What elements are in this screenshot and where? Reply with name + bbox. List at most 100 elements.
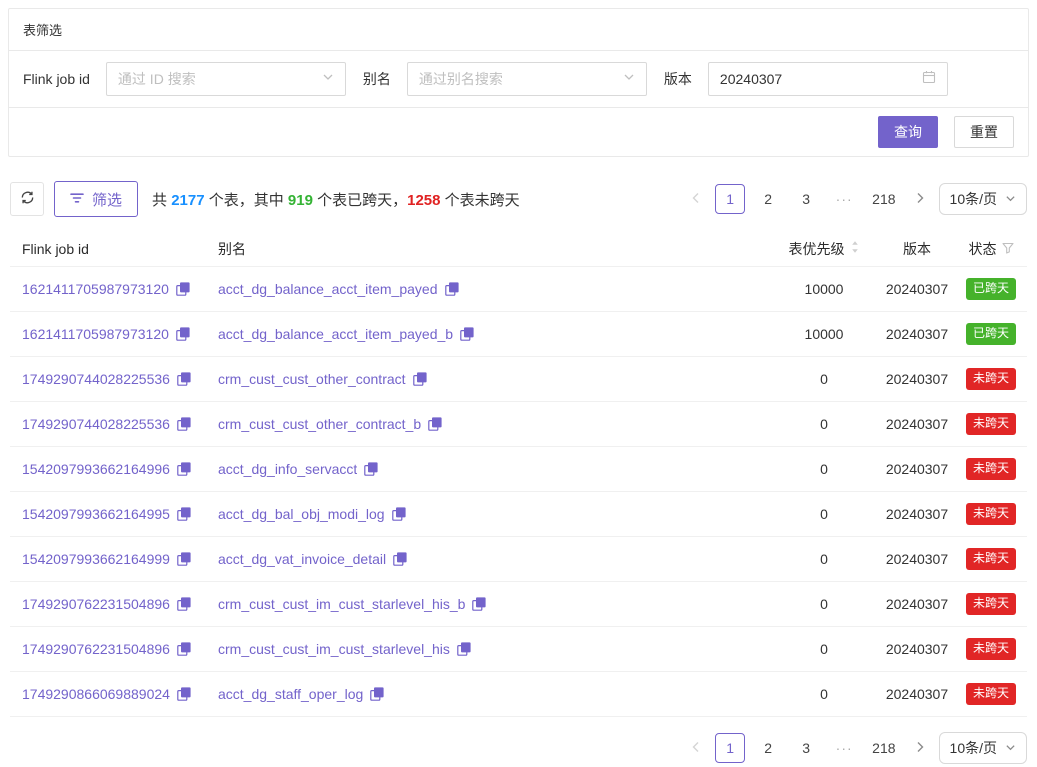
copy-icon[interactable]	[177, 642, 191, 656]
page-size-label: 10条/页	[950, 189, 997, 209]
copy-icon[interactable]	[177, 462, 191, 476]
flink-job-id-link[interactable]: 1542097993662164995	[22, 506, 170, 522]
alias-link[interactable]: acct_dg_balance_acct_item_payed	[218, 281, 438, 297]
flink-job-id-link[interactable]: 1621411705987973120	[22, 281, 169, 297]
alias-link[interactable]: crm_cust_cust_im_cust_starlevel_his_b	[218, 596, 465, 612]
flink-job-id-link[interactable]: 1749290744028225536	[22, 416, 170, 432]
status-badge: 未跨天	[966, 413, 1016, 435]
copy-icon[interactable]	[392, 507, 406, 521]
sort-icon[interactable]	[850, 240, 860, 257]
page-size-select[interactable]: 10条/页	[939, 732, 1027, 764]
copy-icon[interactable]	[176, 327, 190, 341]
page-button-2[interactable]: 2	[753, 733, 783, 763]
next-page-button[interactable]	[909, 733, 931, 763]
copy-icon[interactable]	[176, 282, 190, 296]
alias-link[interactable]: acct_dg_staff_oper_log	[218, 686, 363, 702]
page-button-1[interactable]: 1	[715, 733, 745, 763]
status-cell: 未跨天	[955, 368, 1027, 390]
alias-cell: acct_dg_info_servacct	[206, 461, 769, 477]
copy-icon[interactable]	[177, 597, 191, 611]
copy-icon[interactable]	[177, 372, 191, 386]
flink-job-id-link[interactable]: 1749290866069889024	[22, 686, 170, 702]
copy-icon[interactable]	[460, 327, 474, 341]
version-date-input[interactable]: 20240307	[708, 62, 948, 96]
toolbar: 筛选 共 2177 个表，其中 919 个表已跨天，1258 个表未跨天 123…	[10, 181, 1027, 217]
flink-job-id-select[interactable]: 通过 ID 搜索	[106, 62, 346, 96]
flink-job-id-link[interactable]: 1621411705987973120	[22, 326, 169, 342]
copy-icon[interactable]	[177, 687, 191, 701]
table-body: 1621411705987973120 acct_dg_balance_acct…	[10, 267, 1027, 717]
funnel-filter-icon[interactable]	[1002, 241, 1014, 257]
status-badge: 未跨天	[966, 683, 1016, 705]
flink-job-id-cell: 1749290866069889024	[10, 686, 206, 702]
alias-link[interactable]: acct_dg_info_servacct	[218, 461, 357, 477]
page-button-1[interactable]: 1	[715, 184, 745, 214]
flink-job-id-cell: 1749290762231504896	[10, 641, 206, 657]
chevron-down-icon	[1005, 740, 1016, 756]
chevron-left-icon	[691, 741, 701, 756]
copy-icon[interactable]	[370, 687, 384, 701]
header-status: 状态	[955, 239, 1027, 259]
page-button-218[interactable]: 218	[867, 184, 900, 214]
page-button-3[interactable]: 3	[791, 184, 821, 214]
table-header-row: Flink job id 别名 表优先级 版本 状态	[10, 231, 1027, 267]
prev-page-button[interactable]	[685, 184, 707, 214]
copy-icon[interactable]	[177, 417, 191, 431]
page: 表筛选 Flink job id 通过 ID 搜索 别名 通过别名搜索	[0, 0, 1037, 767]
version-cell: 20240307	[879, 596, 955, 612]
filter-row: Flink job id 通过 ID 搜索 别名 通过别名搜索	[9, 51, 1028, 108]
flink-job-id-link[interactable]: 1749290762231504896	[22, 641, 170, 657]
page-button-218[interactable]: 218	[867, 733, 900, 763]
flink-job-id-link[interactable]: 1749290744028225536	[22, 371, 170, 387]
flink-job-id-link[interactable]: 1542097993662164999	[22, 551, 170, 567]
bottom-bar: 123 ··· 218 10条/页	[10, 732, 1027, 764]
table-row: 1749290744028225536 crm_cust_cust_other_…	[10, 402, 1027, 447]
priority-cell: 0	[769, 686, 879, 702]
header-priority[interactable]: 表优先级	[769, 239, 879, 259]
status-cell: 未跨天	[955, 503, 1027, 525]
flink-job-id-cell: 1542097993662164999	[10, 551, 206, 567]
page-button-3[interactable]: 3	[791, 733, 821, 763]
version-cell: 20240307	[879, 281, 955, 297]
alias-placeholder: 通过别名搜索	[419, 69, 503, 89]
copy-icon[interactable]	[457, 642, 471, 656]
flink-job-id-link[interactable]: 1542097993662164996	[22, 461, 170, 477]
alias-link[interactable]: acct_dg_balance_acct_item_payed_b	[218, 326, 453, 342]
reset-button[interactable]: 重置	[954, 116, 1014, 148]
alias-link[interactable]: acct_dg_vat_invoice_detail	[218, 551, 386, 567]
filter-button[interactable]: 筛选	[54, 181, 138, 217]
alias-link[interactable]: crm_cust_cust_im_cust_starlevel_his	[218, 641, 450, 657]
flink-job-id-link[interactable]: 1749290762231504896	[22, 596, 170, 612]
header-status-label: 状态	[969, 239, 997, 259]
alias-select[interactable]: 通过别名搜索	[407, 62, 647, 96]
next-page-button[interactable]	[909, 184, 931, 214]
copy-icon[interactable]	[364, 462, 378, 476]
page-ellipsis[interactable]: ···	[829, 184, 859, 214]
table-row: 1542097993662164995 acct_dg_bal_obj_modi…	[10, 492, 1027, 537]
copy-icon[interactable]	[445, 282, 459, 296]
priority-cell: 0	[769, 641, 879, 657]
table-row: 1749290866069889024 acct_dg_staff_oper_l…	[10, 672, 1027, 717]
page-button-2[interactable]: 2	[753, 184, 783, 214]
alias-link[interactable]: crm_cust_cust_other_contract	[218, 371, 406, 387]
page-ellipsis[interactable]: ···	[829, 733, 859, 763]
alias-link[interactable]: acct_dg_bal_obj_modi_log	[218, 506, 385, 522]
version-cell: 20240307	[879, 326, 955, 342]
copy-icon[interactable]	[177, 507, 191, 521]
stats-part4: 个表未跨天	[440, 192, 519, 209]
calendar-icon	[922, 70, 936, 89]
copy-icon[interactable]	[393, 552, 407, 566]
copy-icon[interactable]	[177, 552, 191, 566]
refresh-button[interactable]	[10, 182, 44, 216]
stats-part1: 共	[152, 192, 171, 209]
page-size-select[interactable]: 10条/页	[939, 183, 1027, 215]
flink-job-id-placeholder: 通过 ID 搜索	[118, 69, 196, 89]
query-button[interactable]: 查询	[878, 116, 938, 148]
copy-icon[interactable]	[413, 372, 427, 386]
prev-page-button[interactable]	[685, 733, 707, 763]
status-cell: 未跨天	[955, 413, 1027, 435]
priority-cell: 0	[769, 596, 879, 612]
copy-icon[interactable]	[472, 597, 486, 611]
alias-link[interactable]: crm_cust_cust_other_contract_b	[218, 416, 421, 432]
copy-icon[interactable]	[428, 417, 442, 431]
